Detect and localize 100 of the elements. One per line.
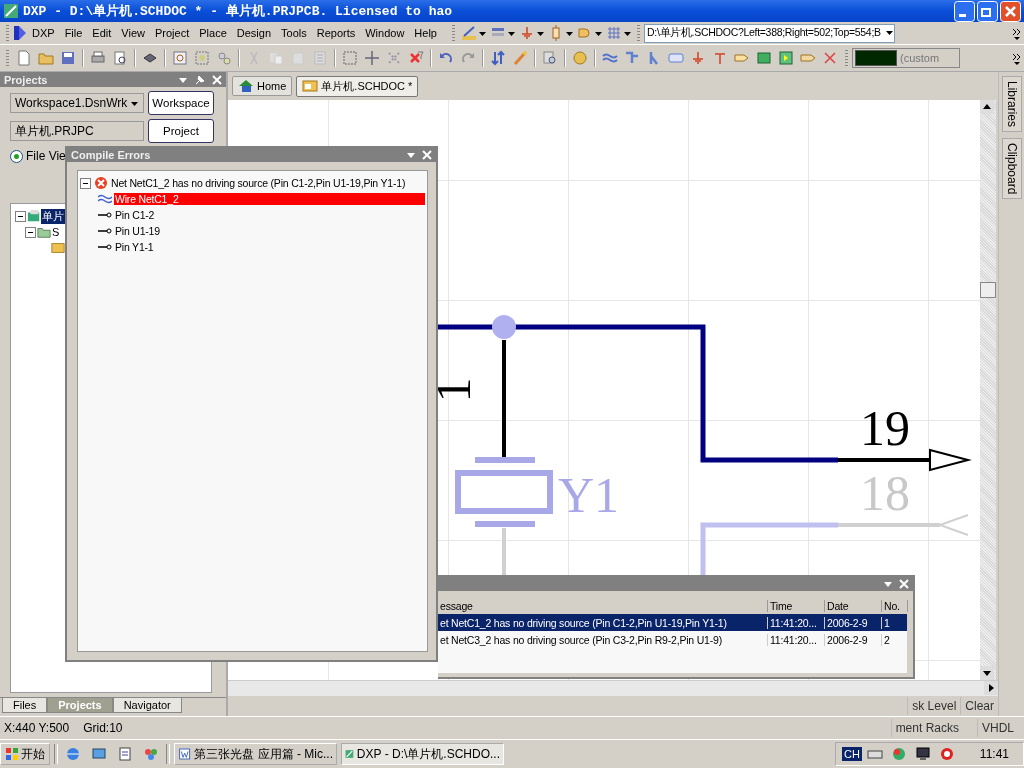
project-field[interactable]: 单片机.PRJPC — [10, 121, 144, 141]
collapse-icon[interactable] — [80, 177, 91, 189]
taskbar-button[interactable]: DXP - D:\单片机.SCHDO... — [341, 743, 504, 765]
pin-number: 19 — [860, 400, 910, 456]
taskbar-button[interactable]: 第三张光盘 应用篇 - Mic... — [174, 743, 337, 765]
chevron-icon[interactable] — [1012, 51, 1022, 65]
print-preview-icon[interactable] — [112, 50, 128, 66]
menu-item[interactable]: Window — [360, 27, 410, 39]
close-icon[interactable] — [212, 74, 222, 85]
column-header[interactable]: essage — [438, 599, 768, 612]
radio-button[interactable] — [10, 149, 23, 163]
bus-icon[interactable] — [624, 50, 640, 66]
tree-item[interactable]: Pin C1-2 — [114, 209, 156, 221]
column-header[interactable]: No. — [882, 599, 908, 612]
workspace-dropdown[interactable]: Workspace1.DsnWrk — [10, 93, 144, 113]
scrollbar-thumb[interactable] — [980, 282, 996, 298]
menu-item[interactable]: File — [59, 27, 88, 39]
collapse-icon[interactable] — [15, 210, 26, 222]
menu-item[interactable]: Place — [194, 27, 232, 39]
menu-item[interactable]: Help — [409, 27, 442, 39]
desktop-icon[interactable] — [91, 746, 107, 762]
window-title: Compile Errors — [71, 149, 152, 161]
power-icon[interactable] — [938, 746, 955, 762]
printer-icon[interactable] — [90, 50, 106, 66]
ground-icon[interactable] — [690, 50, 706, 66]
tree-item[interactable]: Pin Y1-1 — [114, 241, 155, 253]
folder-icon[interactable] — [38, 50, 54, 66]
folder-icon — [37, 225, 51, 239]
menu-item[interactable]: Tools — [276, 27, 312, 39]
language-indicator[interactable]: CH — [841, 747, 862, 761]
close-button[interactable] — [1000, 0, 1021, 22]
move-icon[interactable] — [364, 50, 380, 66]
panel-tab[interactable]: Files — [2, 698, 48, 713]
window-title: DXP - D:\单片机.SCHDOC * - 单片机.PRJPCB. Licensed to hao — [23, 3, 453, 20]
cursor-coordinates: X:440 Y:500 — [4, 721, 70, 735]
horizontal-scrollbar[interactable] — [228, 680, 998, 696]
help-icon[interactable] — [572, 50, 588, 66]
project-button[interactable]: Project — [148, 119, 214, 143]
menu-item[interactable]: Reports — [311, 27, 361, 39]
flower-icon[interactable] — [143, 746, 159, 762]
tree-item[interactable]: Wire NetC1_2 — [114, 193, 425, 205]
pencil-ruler-icon[interactable] — [461, 25, 477, 41]
minimize-button[interactable] — [954, 0, 975, 22]
message-row[interactable]: et NetC3_2 has no driving source (Pin C3-2,Pin R9-2,Pin U1-9) 11:41:20... 2006-2-9 2 — [438, 631, 907, 648]
vertical-scrollbar[interactable] — [980, 100, 996, 680]
column-header[interactable]: Time — [768, 599, 825, 612]
computer-icon[interactable] — [914, 746, 931, 762]
error-message[interactable]: Net NetC1_2 has no driving source (Pin C1-2,Pin U1-19,Pin Y1-1) — [110, 177, 407, 189]
collapse-icon[interactable] — [25, 226, 36, 238]
pin-icon[interactable] — [194, 73, 206, 86]
tree-item[interactable]: 单片 — [41, 208, 65, 224]
sheet-symbol-icon[interactable] — [756, 50, 772, 66]
net-label-icon[interactable] — [668, 50, 684, 66]
sort-arrows-icon[interactable] — [490, 50, 506, 66]
schematic-document-icon — [302, 79, 319, 93]
clock: 11:41 — [979, 747, 1009, 761]
zoom-icon[interactable] — [172, 50, 188, 66]
pin-arrow — [929, 448, 972, 472]
board-icon — [27, 209, 41, 223]
tree-item[interactable]: S — [51, 226, 61, 238]
start-button[interactable]: 开始 — [0, 743, 50, 765]
side-tab[interactable]: Libraries — [1001, 76, 1022, 133]
panel-title: Projects — [4, 73, 49, 86]
chevron-icon[interactable] — [1012, 26, 1022, 40]
new-document-icon[interactable] — [16, 50, 32, 66]
menu-item[interactable]: Project — [150, 27, 195, 39]
pin-icon — [98, 241, 112, 253]
sheet-entry-icon[interactable] — [778, 50, 794, 66]
close-icon[interactable] — [899, 579, 909, 589]
menu-item[interactable]: View — [116, 27, 150, 39]
pin-arrow — [937, 514, 969, 536]
windows-logo-icon — [5, 747, 19, 761]
save-icon[interactable] — [60, 50, 76, 66]
menu-item[interactable]: Design — [231, 27, 276, 39]
column-header[interactable]: Date — [825, 599, 882, 612]
menu-item[interactable]: Edit — [87, 27, 117, 39]
scroll-up-button[interactable] — [980, 100, 994, 114]
power-port-icon[interactable] — [712, 50, 728, 66]
wand-icon[interactable] — [512, 50, 528, 66]
address-field[interactable]: D:\单片机.SCHDOC?Left=388;Right=502;Top=554;B — [644, 23, 895, 43]
document-tab[interactable]: 单片机.SCHDOC * — [296, 75, 419, 97]
scroll-right-button[interactable] — [984, 681, 998, 695]
cross-icon[interactable] — [822, 50, 838, 66]
document-tab[interactable]: Home — [232, 76, 293, 96]
scroll-down-button[interactable] — [980, 666, 994, 680]
grid-size: Grid:10 — [83, 721, 123, 735]
side-tab[interactable]: Clipboard — [1001, 138, 1022, 200]
restore-button[interactable] — [977, 0, 998, 22]
dxp-logo-icon[interactable] — [13, 25, 27, 41]
tree-item[interactable]: Pin U1-19 — [114, 225, 161, 237]
notepad-icon[interactable] — [117, 746, 133, 762]
wire-icon — [98, 193, 112, 205]
panel-tab[interactable]: Navigator — [112, 698, 182, 713]
error-icon — [94, 176, 108, 190]
menu-item[interactable]: DXP — [27, 27, 60, 39]
browse-icon[interactable] — [542, 50, 558, 66]
workspace-button[interactable]: Workspace — [148, 91, 214, 115]
pin-icon — [98, 225, 112, 237]
close-icon[interactable] — [422, 150, 432, 160]
message-row[interactable]: et NetC1_2 has no driving source (Pin C1-2,Pin U1-19,Pin Y1-1) 11:41:20... 2006-2-9 1 — [438, 614, 907, 631]
